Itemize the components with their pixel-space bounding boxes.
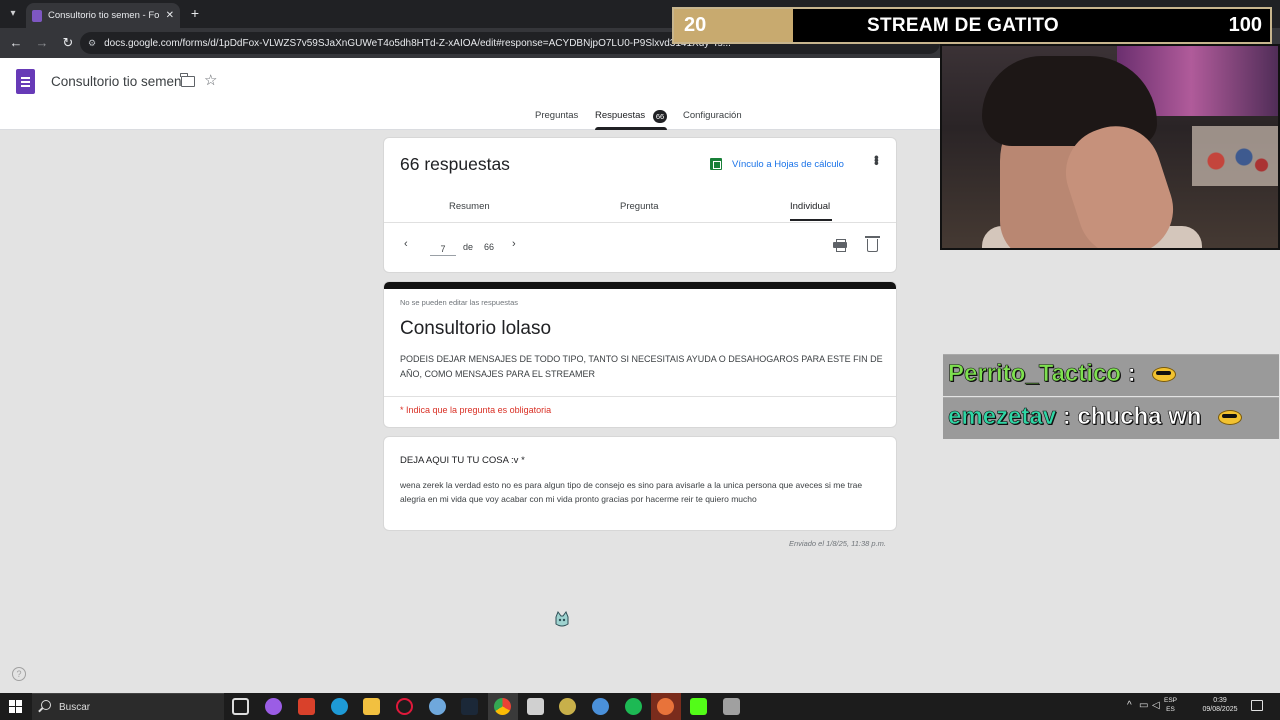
app-icon[interactable] [559,698,576,715]
volume-icon[interactable]: ◁ [1152,700,1160,711]
tab-respuestas[interactable]: Respuestas [595,110,668,130]
tray-chevron-icon[interactable]: ^ [1127,700,1132,711]
sunglasses-emote-icon [1152,367,1177,383]
form-accent-band [384,282,896,289]
google-forms-logo-icon[interactable] [16,69,35,94]
link-to-sheets-button[interactable]: Vínculo a Hojas de cálculo [732,159,844,170]
question-card: DEJA AQUI TU TU COSA :v * wena zerek la … [383,436,897,531]
kick-app-icon[interactable] [690,698,707,715]
chat-message-text: chucha wn [1077,403,1202,431]
chat-username: emezetav : chucha wn [948,403,1243,431]
steam-app-icon[interactable] [461,698,478,715]
app-icon[interactable] [527,698,544,715]
calculator-app-icon[interactable] [723,698,740,715]
next-response-icon[interactable]: › [512,238,516,250]
document-title[interactable]: Consultorio tio semen [51,74,182,89]
notifications-icon[interactable] [1251,700,1263,711]
question-label: DEJA AQUI TU TU COSA :v * [400,455,525,466]
goal-end-value: 100 [1228,14,1262,36]
stream-goal-bar: 20 STREAM DE GATITO 100 [672,7,1272,44]
site-info-icon[interactable]: ⚙ [88,38,96,49]
app-icon[interactable] [429,698,446,715]
system-tray: ^ ▭ ◁ ESP ES 0:39 09/08/2025 [1120,693,1280,720]
chat-message: emezetav : chucha wn [943,397,1279,439]
spotify-app-icon[interactable] [625,698,642,715]
network-icon[interactable]: ▭ [1139,700,1148,711]
task-view-icon[interactable] [232,698,249,715]
subtab-resumen[interactable]: Resumen [449,201,490,212]
browser-tab-active[interactable]: Consultorio tio semen - Formul ✕ [26,3,180,28]
webcam-feed [940,44,1280,250]
chat-username-text: emezetav [948,403,1057,431]
divider [384,222,896,223]
new-tab-button[interactable]: + [188,5,202,21]
pager-total: 66 [484,242,495,252]
clock-date: 09/08/2025 [1202,706,1238,713]
language-line: ES [1166,706,1175,713]
windows-start-icon[interactable] [9,700,22,713]
file-explorer-icon[interactable] [363,698,380,715]
help-icon[interactable]: ? [12,667,26,681]
chrome-browser-icon[interactable] [494,698,511,715]
chat-username-text: Perrito_Tactico [948,360,1122,388]
chat-message: Perrito_Tactico : [943,354,1279,396]
app-icon[interactable] [657,698,674,715]
response-count-badge: 66 [653,110,667,123]
opera-browser-icon[interactable] [396,698,413,715]
sheets-icon[interactable] [710,158,722,170]
active-subtab-indicator [790,219,832,221]
back-arrow-icon[interactable]: ← [6,33,26,53]
responses-count: 66 respuestas [400,154,510,174]
taskbar-search-box[interactable]: Buscar [32,693,224,720]
forms-favicon-icon [32,9,42,22]
more-options-icon[interactable]: ••• [869,155,885,164]
previous-response-icon[interactable]: ‹ [404,238,408,250]
subtab-pregunta[interactable]: Pregunta [620,201,659,212]
url-text[interactable]: docs.google.com/forms/d/1pDdFox-VLWZS7v5… [104,38,731,49]
cat-mascot-icon [555,611,569,627]
form-title: Consultorio lolaso [400,318,552,339]
clock[interactable]: 0:39 09/08/2025 [1200,696,1240,714]
discord-app-icon[interactable] [265,698,282,715]
app-icon[interactable] [298,698,315,715]
delete-icon[interactable] [865,236,880,252]
divider [384,396,896,397]
ccleaner-app-icon[interactable] [592,698,609,715]
goal-title: STREAM DE GATITO [867,15,1059,36]
tab-title: Consultorio tio semen - Formul [48,10,160,21]
no-edit-notice: No se pueden editar las respuestas [400,298,518,307]
tab-configuracion[interactable]: Configuración [683,110,742,130]
responses-summary-card: 66 respuestas Vínculo a Hojas de cálculo… [383,137,897,273]
form-header-card: No se pueden editar las respuestas Consu… [383,281,897,428]
language-indicator[interactable]: ESP ES [1164,696,1177,714]
reload-icon[interactable]: ↻ [58,33,78,53]
clock-time: 0:39 [1213,697,1227,704]
language-line: ESP [1164,697,1178,704]
star-icon[interactable]: ☆ [204,71,217,89]
search-icon [41,700,51,710]
submission-timestamp: Enviado el 1/8/25, 11:38 p.m. [789,539,887,548]
tab-preguntas[interactable]: Preguntas [535,110,578,130]
forward-arrow-icon[interactable]: → [32,33,52,53]
required-note: * Indica que la pregunta es obligatoria [400,405,552,415]
print-icon[interactable] [833,239,847,252]
webcam-figurines [1202,141,1272,181]
windows-taskbar: Buscar ^ ▭ ◁ ESP ES 0:39 09/08/2025 [0,693,1280,720]
chat-username: Perrito_Tactico : [948,360,1177,388]
answer-text: wena zerek la verdad esto no es para alg… [400,480,863,504]
subtab-individual[interactable]: Individual [790,201,830,212]
pager-of-label: de [463,242,474,252]
tab-close-icon[interactable]: ✕ [166,10,174,21]
search-label: Buscar [59,702,91,713]
response-pager: ‹ 7 de 66 › [384,224,896,272]
sunglasses-emote-icon [1218,410,1243,426]
chat-separator: : [1127,360,1136,388]
folder-icon[interactable] [180,73,195,87]
tab-search-icon[interactable]: ▾ [4,5,22,23]
form-description: PODEIS DEJAR MENSAJES DE TODO TIPO, TANT… [400,354,883,379]
edge-browser-icon[interactable] [331,698,348,715]
response-number-input[interactable]: 7 [430,240,456,256]
chat-separator: : [1062,403,1078,431]
goal-start-value: 20 [684,14,707,36]
